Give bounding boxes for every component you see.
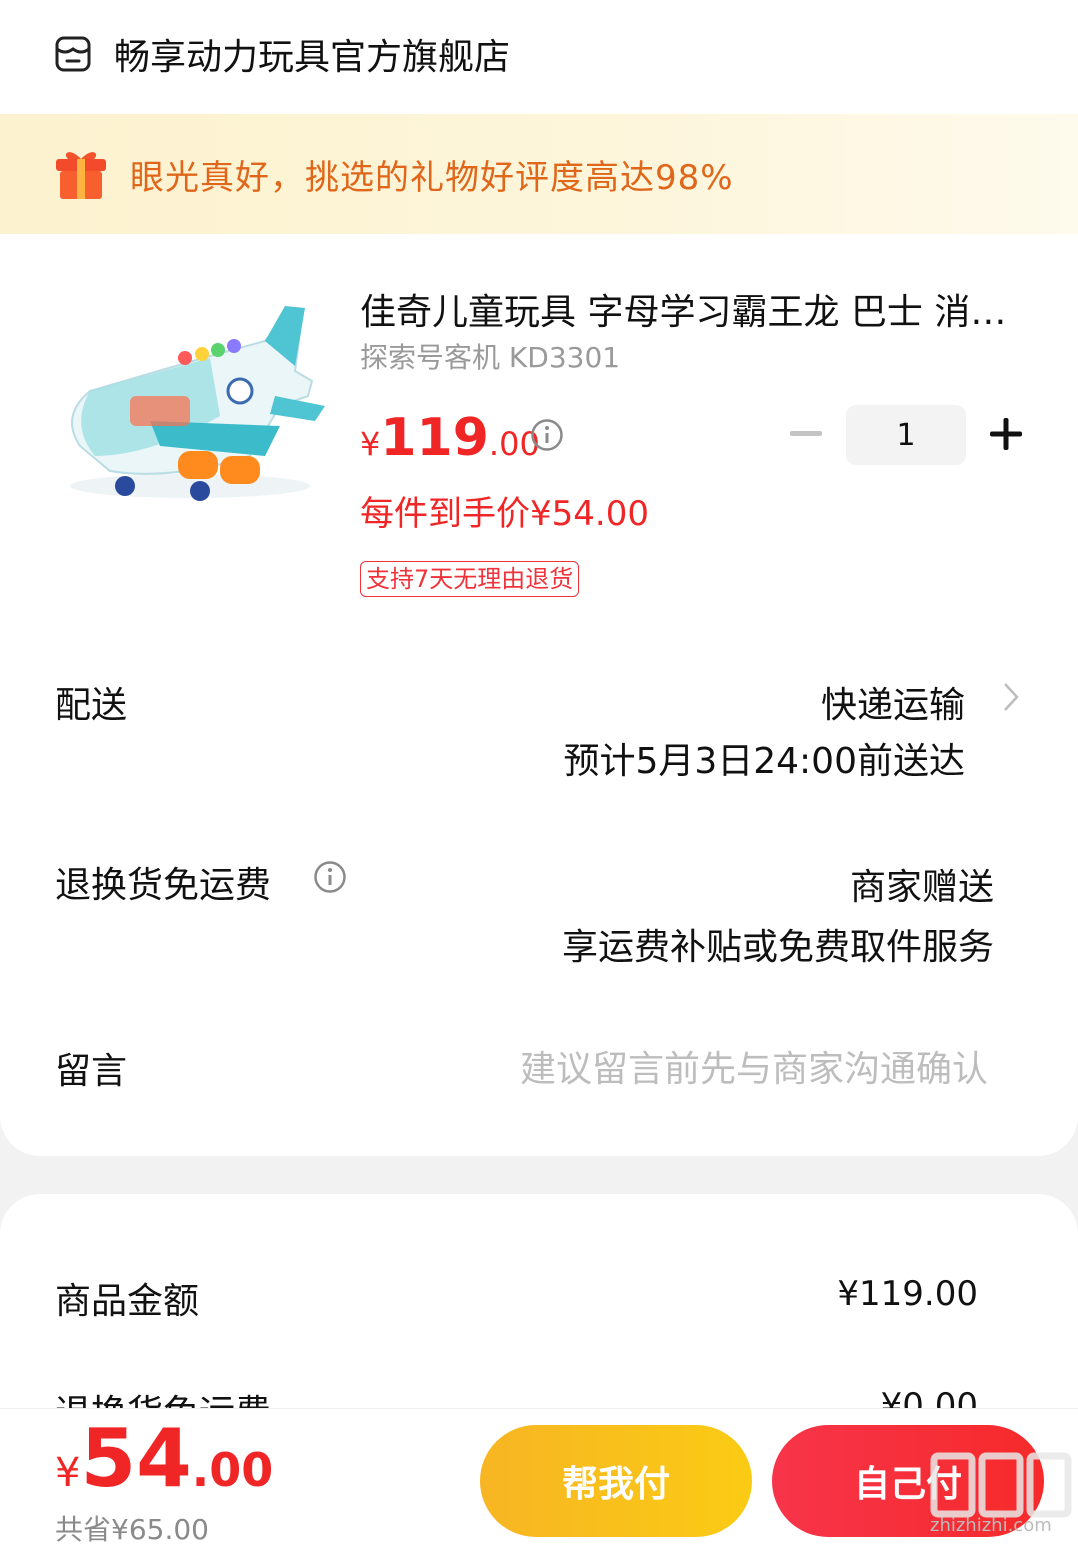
quantity-decrease-button[interactable]	[786, 412, 826, 456]
return-shipping-info-icon[interactable]	[313, 860, 347, 894]
goods-amount-value: ¥119.00	[837, 1274, 978, 1314]
total-price: ¥ 54 .00	[55, 1412, 273, 1505]
delivery-eta: 预计5月3日24:00前送达	[563, 741, 965, 782]
promo-banner: 眼光真好，挑选的礼物好评度高达98%	[0, 114, 1078, 234]
help-me-pay-button[interactable]: 帮我付	[480, 1425, 752, 1537]
store-icon	[55, 36, 91, 72]
total-decimal: .00	[191, 1443, 274, 1497]
shop-header[interactable]: 畅享动力玩具官方旗舰店	[54, 30, 510, 78]
return-policy-badge: 支持7天无理由退货	[360, 561, 580, 597]
net-price: 每件到手价¥54.00	[360, 494, 649, 534]
price-integer: 119	[380, 408, 489, 468]
return-shipping-label: 退换货免运费	[55, 865, 272, 906]
goods-amount-label: 商品金额	[55, 1281, 200, 1322]
return-shipping-desc: 享运费补贴或免费取件服务	[561, 927, 994, 968]
price-info-icon[interactable]	[530, 418, 564, 452]
saved-amount: 共省¥65.00	[55, 1513, 209, 1546]
delivery-label: 配送	[55, 685, 128, 726]
total-integer: 54	[80, 1412, 192, 1505]
price-symbol: ¥	[360, 425, 381, 463]
quantity-input[interactable]: 1	[846, 405, 966, 465]
chevron-right-icon[interactable]	[1000, 680, 1022, 714]
product-title[interactable]: 佳奇儿童玩具 字母学习霸王龙 巴士 消防车 救护车	[360, 283, 1030, 335]
minus-icon	[790, 431, 822, 436]
promo-text: 眼光真好，挑选的礼物好评度高达98%	[130, 157, 734, 198]
message-input[interactable]: 建议留言前先与商家沟通确认	[520, 1040, 988, 1092]
gift-icon	[56, 152, 106, 199]
order-card: 畅享动力玩具官方旗舰店 眼光真好，挑选的礼物好评度高达98% 佳奇儿童玩具 字母…	[0, 0, 1078, 1156]
quantity-increase-button[interactable]	[984, 410, 1028, 458]
delivery-method[interactable]: 快递运输	[821, 676, 965, 728]
total-symbol: ¥	[55, 1450, 81, 1496]
message-label: 留言	[55, 1051, 128, 1092]
plus-icon	[990, 418, 1022, 450]
product-price: ¥ 119 .00	[360, 408, 540, 468]
shop-name: 畅享动力玩具官方旗舰店	[114, 37, 511, 78]
toy-airplane-image[interactable]	[50, 296, 330, 516]
watermark-text: zhizhizhi.com	[930, 1515, 1052, 1536]
product-sku[interactable]: 探索号客机 KD3301	[360, 336, 620, 376]
return-shipping-value: 商家赠送	[849, 867, 994, 908]
